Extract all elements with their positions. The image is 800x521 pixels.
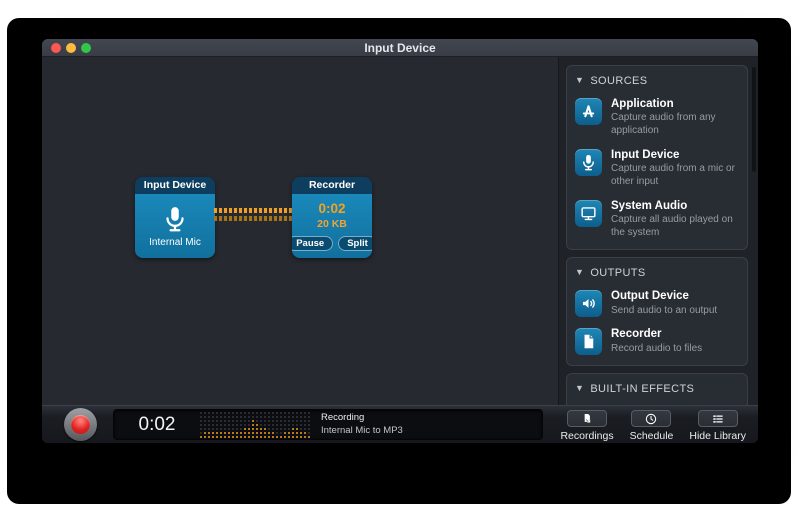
sidebar-section: ▼ BUILT-IN EFFECTS 10 Band EQ Fine-tune … bbox=[566, 373, 748, 405]
split-button[interactable]: Split bbox=[338, 236, 372, 252]
app-window: Input Device Input Device Internal Mic R… bbox=[42, 39, 758, 443]
recordings-button[interactable]: Recordings bbox=[560, 410, 613, 442]
microphone-icon bbox=[160, 204, 190, 234]
microphone-icon bbox=[160, 204, 190, 234]
document-icon bbox=[575, 328, 602, 355]
microphone-icon bbox=[575, 149, 602, 176]
title-bar: Input Device bbox=[42, 39, 758, 57]
schedule-icon bbox=[644, 412, 658, 426]
hide-library-icon bbox=[711, 412, 725, 426]
library-item-title: Input Device bbox=[611, 149, 739, 162]
library-item-title: Application bbox=[611, 98, 739, 111]
speaker-icon bbox=[579, 294, 598, 313]
sidebar-section: ▼ OUTPUTS Output Device Send audio to an… bbox=[566, 257, 748, 366]
library-sidebar: ▼ SOURCES Application Capture audio from… bbox=[558, 57, 758, 405]
microphone-icon bbox=[579, 153, 598, 172]
input-device-block[interactable]: Input Device Internal Mic bbox=[135, 177, 215, 258]
library-item-description: Capture audio from a mic or other input bbox=[611, 163, 739, 189]
chevron-down-icon: ▼ bbox=[575, 267, 584, 277]
library-bar-button-label: Hide Library bbox=[689, 430, 746, 442]
screenshot-stage: Input Device Input Device Internal Mic R… bbox=[0, 0, 800, 521]
level-meter bbox=[200, 412, 310, 438]
library-item-title: Output Device bbox=[611, 290, 717, 303]
recordings-icon bbox=[580, 412, 594, 426]
pipeline-canvas[interactable]: Input Device Internal Mic Recorder 0:02 … bbox=[42, 57, 558, 405]
pipe-dashes-bottom bbox=[214, 216, 292, 221]
block-title: Input Device bbox=[135, 177, 215, 194]
bottom-control-bar: 0:02 Recording Internal Mic to MP3 Recor… bbox=[42, 405, 758, 443]
window-title: Input Device bbox=[42, 41, 758, 55]
library-bar-button-label: Recordings bbox=[560, 430, 613, 442]
block-title: Recorder bbox=[292, 177, 372, 194]
recorder-elapsed-time: 0:02 bbox=[318, 201, 345, 216]
sidebar-scrollbar[interactable] bbox=[752, 67, 756, 172]
hide-library-button[interactable]: Hide Library bbox=[689, 410, 746, 442]
chevron-down-icon: ▼ bbox=[575, 383, 584, 393]
library-item[interactable]: Recorder Record audio to files bbox=[575, 328, 739, 355]
library-item[interactable]: Application Capture audio from any appli… bbox=[575, 98, 739, 138]
elapsed-time: 0:02 bbox=[114, 414, 200, 436]
recorder-file-size: 20 KB bbox=[317, 218, 347, 230]
schedule-button[interactable]: Schedule bbox=[630, 410, 674, 442]
section-title: OUTPUTS bbox=[590, 267, 645, 279]
recorder-block[interactable]: Recorder 0:02 20 KB Pause Split bbox=[292, 177, 372, 258]
record-button[interactable] bbox=[64, 408, 97, 441]
library-item[interactable]: Input Device Capture audio from a mic or… bbox=[575, 149, 739, 189]
speaker-icon bbox=[575, 290, 602, 317]
application-icon bbox=[579, 102, 598, 121]
status-line-2: Internal Mic to MP3 bbox=[321, 425, 403, 437]
section-header[interactable]: ▼ SOURCES bbox=[575, 75, 739, 87]
section-header[interactable]: ▼ BUILT-IN EFFECTS bbox=[575, 383, 739, 395]
display-icon bbox=[575, 200, 602, 227]
pause-button[interactable]: Pause bbox=[292, 236, 333, 252]
library-item-description: Capture audio from any application bbox=[611, 112, 739, 138]
library-item-description: Send audio to an output bbox=[611, 305, 717, 318]
sidebar-section: ▼ SOURCES Application Capture audio from… bbox=[566, 65, 748, 250]
pipe-dashes-top bbox=[214, 208, 292, 213]
section-title: SOURCES bbox=[590, 75, 647, 87]
recording-status-display: 0:02 Recording Internal Mic to MP3 bbox=[113, 409, 543, 440]
schedule-icon bbox=[644, 412, 658, 426]
record-dot bbox=[71, 415, 90, 434]
section-header[interactable]: ▼ OUTPUTS bbox=[575, 267, 739, 279]
library-item-title: Recorder bbox=[611, 328, 702, 341]
connection-pipe bbox=[214, 208, 292, 221]
recordings-icon bbox=[580, 412, 594, 426]
application-icon bbox=[575, 98, 602, 125]
status-line-1: Recording bbox=[321, 412, 403, 424]
hide-library-icon bbox=[711, 412, 725, 426]
chevron-down-icon: ▼ bbox=[575, 75, 584, 85]
section-title: BUILT-IN EFFECTS bbox=[590, 383, 694, 395]
library-item-description: Record audio to files bbox=[611, 343, 702, 356]
library-item[interactable]: System Audio Capture all audio played on… bbox=[575, 200, 739, 240]
input-device-label: Internal Mic bbox=[149, 237, 201, 248]
library-bar-button-label: Schedule bbox=[630, 430, 674, 442]
document-icon bbox=[579, 332, 598, 351]
display-icon bbox=[579, 204, 598, 223]
library-item-title: System Audio bbox=[611, 200, 739, 213]
library-item-description: Capture all audio played on the system bbox=[611, 214, 739, 240]
library-item[interactable]: Output Device Send audio to an output bbox=[575, 290, 739, 317]
